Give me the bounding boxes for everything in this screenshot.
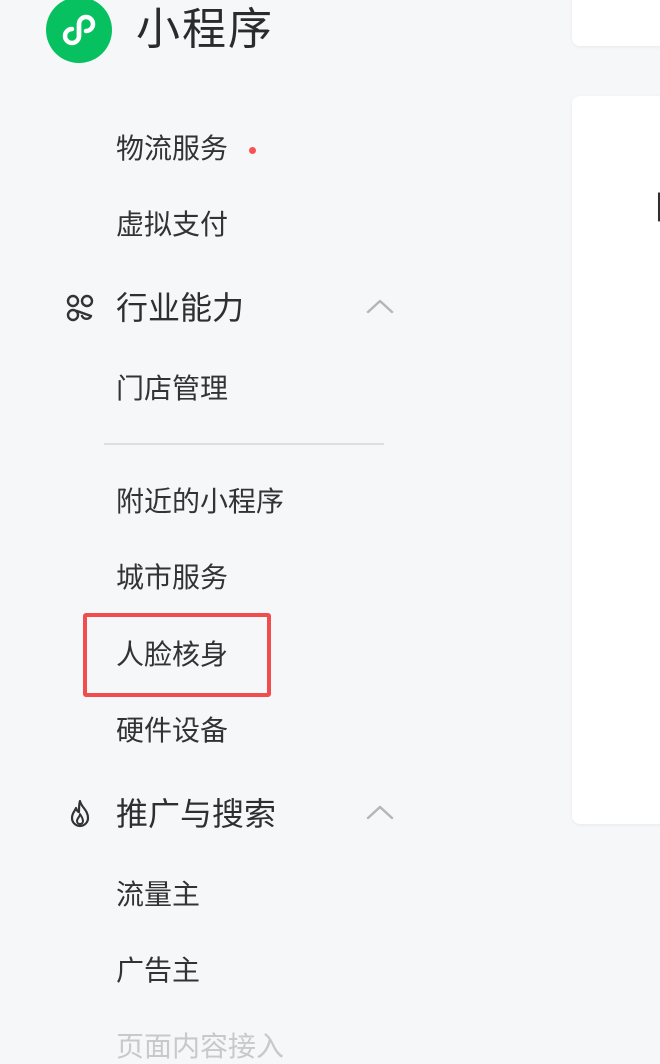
nodes-icon [66, 294, 94, 322]
miniprogram-logo-icon [46, 0, 112, 63]
flame-icon [70, 799, 90, 828]
divider [104, 443, 384, 445]
section-industry-capabilities[interactable]: 行业能力 [60, 284, 400, 332]
sidebar-item-page-content-access[interactable]: 页面内容接入 [116, 1027, 284, 1064]
notification-dot [249, 147, 256, 154]
content-card [572, 0, 660, 46]
sidebar-item-virtual-payment[interactable]: 虚拟支付 [116, 205, 228, 245]
sidebar-item-store-management[interactable]: 门店管理 [116, 369, 228, 409]
sidebar-item-nearby-miniprograms[interactable]: 附近的小程序 [116, 482, 284, 522]
card-text-fragment: 日 [652, 186, 660, 230]
chevron-up-icon[interactable] [366, 802, 394, 822]
section-label: 行业能力 [116, 289, 245, 327]
sidebar-item-logistics[interactable]: 物流服务 [116, 129, 228, 169]
sidebar-item-city-services[interactable]: 城市服务 [116, 558, 228, 598]
content-card: 日 [572, 96, 660, 824]
section-label: 推广与搜索 [116, 795, 277, 833]
page-title: 小程序 [136, 4, 274, 55]
chevron-up-icon[interactable] [366, 296, 394, 316]
section-promotion-search[interactable]: 推广与搜索 [60, 790, 400, 838]
page: 小程序 物流服务 虚拟支付 行业能力 门店管理 附近的小程序 城市服务 人脸核身… [0, 0, 660, 1064]
sidebar-item-advertiser[interactable]: 广告主 [116, 951, 200, 991]
highlight-box [83, 613, 271, 697]
sidebar-item-traffic-owner[interactable]: 流量主 [116, 875, 200, 915]
sidebar-item-hardware-devices[interactable]: 硬件设备 [116, 711, 228, 751]
